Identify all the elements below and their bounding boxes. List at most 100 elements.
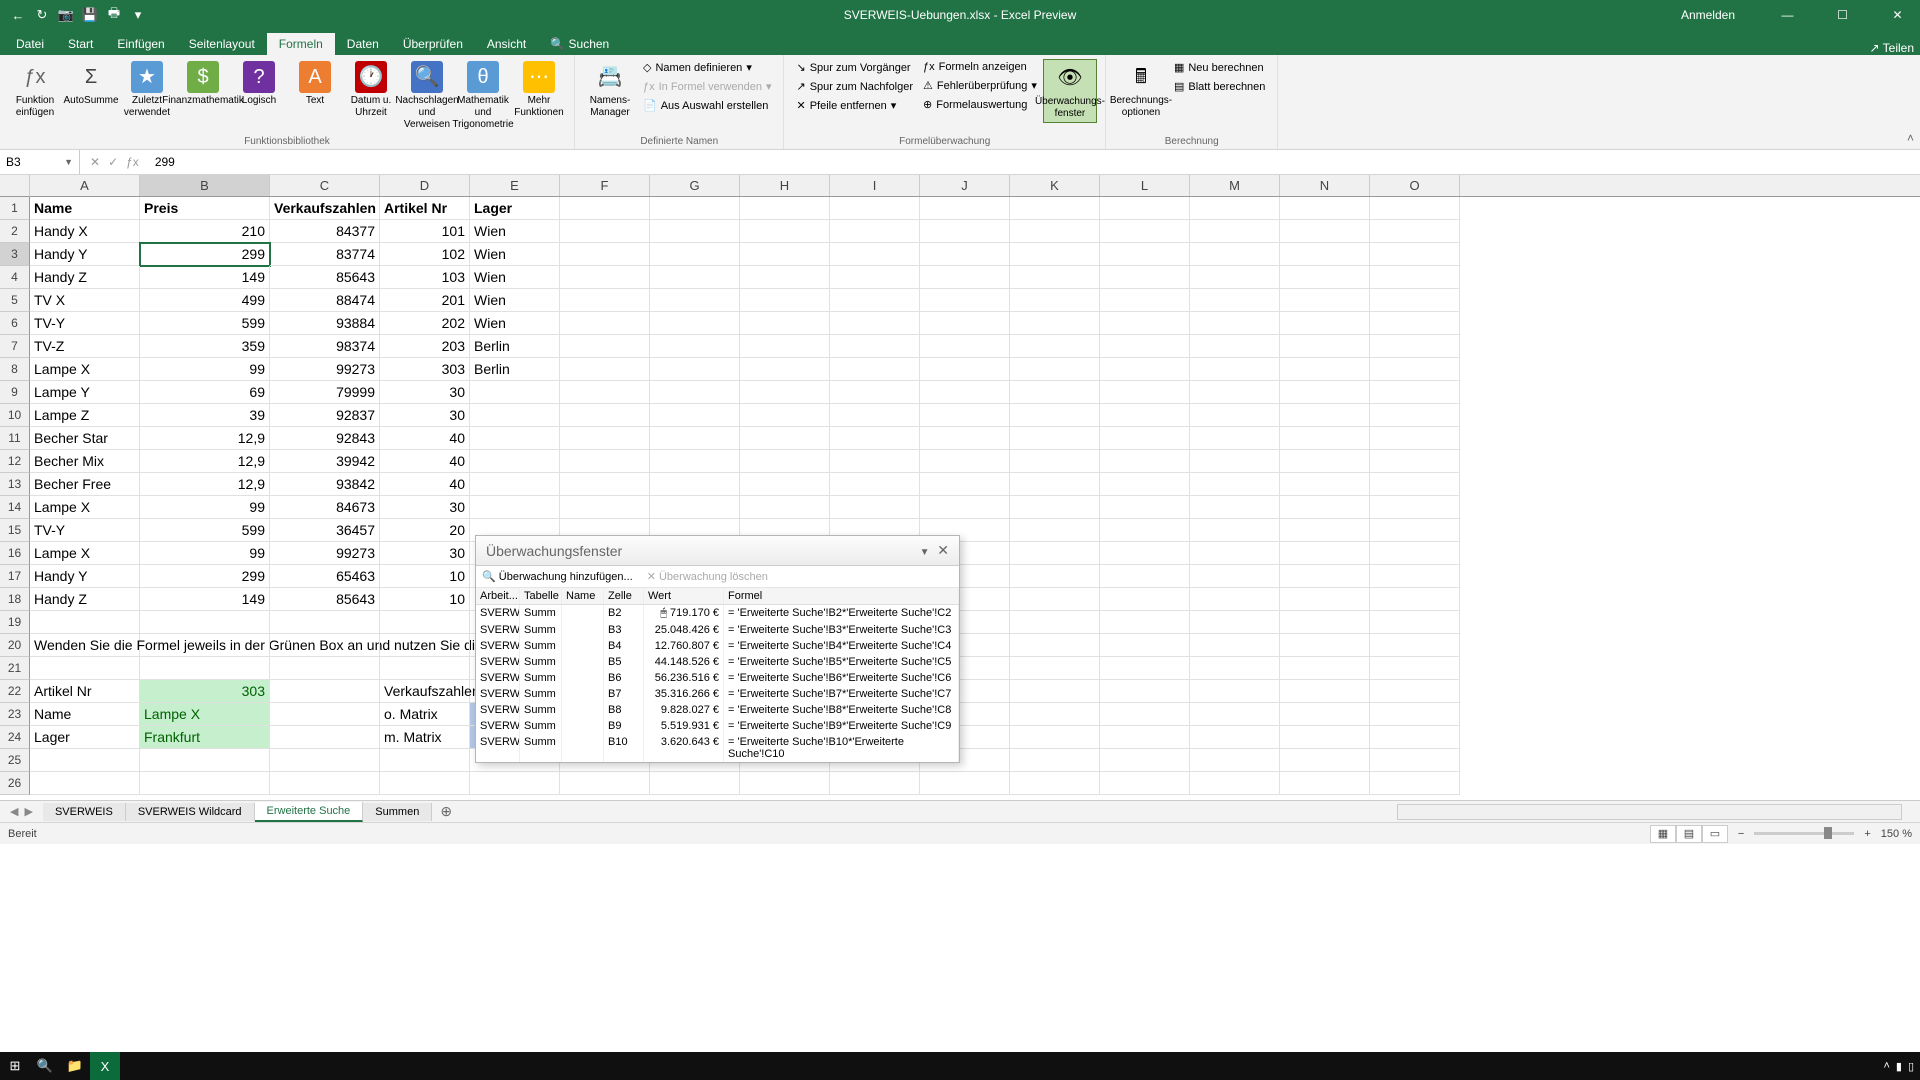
cell-L16[interactable] bbox=[1100, 542, 1190, 565]
cell-O20[interactable] bbox=[1370, 634, 1460, 657]
cell-O2[interactable] bbox=[1370, 220, 1460, 243]
cell-N25[interactable] bbox=[1280, 749, 1370, 772]
cell-H11[interactable] bbox=[740, 427, 830, 450]
cell-N23[interactable] bbox=[1280, 703, 1370, 726]
cell-A26[interactable] bbox=[30, 772, 140, 795]
cell-F14[interactable] bbox=[560, 496, 650, 519]
cell-L1[interactable] bbox=[1100, 197, 1190, 220]
cell-O10[interactable] bbox=[1370, 404, 1460, 427]
cell-K19[interactable] bbox=[1010, 611, 1100, 634]
page-break-view-button[interactable]: ▭ bbox=[1702, 825, 1728, 843]
watch-row[interactable]: SVERW...SummB735.316.266 €= 'Erweiterte … bbox=[476, 686, 959, 702]
cell-H26[interactable] bbox=[740, 772, 830, 795]
cell-C14[interactable]: 84673 bbox=[270, 496, 380, 519]
cell-G6[interactable] bbox=[650, 312, 740, 335]
cell-N20[interactable] bbox=[1280, 634, 1370, 657]
calc-sheet-button[interactable]: ▤ Blatt berechnen bbox=[1170, 78, 1269, 95]
cell-A17[interactable]: Handy Y bbox=[30, 565, 140, 588]
row-header-17[interactable]: 17 bbox=[0, 565, 30, 588]
cell-H14[interactable] bbox=[740, 496, 830, 519]
cell-F7[interactable] bbox=[560, 335, 650, 358]
cell-J2[interactable] bbox=[920, 220, 1010, 243]
cell-K4[interactable] bbox=[1010, 266, 1100, 289]
cell-K11[interactable] bbox=[1010, 427, 1100, 450]
cell-J5[interactable] bbox=[920, 289, 1010, 312]
cell-L2[interactable] bbox=[1100, 220, 1190, 243]
cell-B13[interactable]: 12,9 bbox=[140, 473, 270, 496]
cell-J9[interactable] bbox=[920, 381, 1010, 404]
cell-B18[interactable]: 149 bbox=[140, 588, 270, 611]
cell-G4[interactable] bbox=[650, 266, 740, 289]
cell-A24[interactable]: Lager bbox=[30, 726, 140, 749]
cell-C16[interactable]: 99273 bbox=[270, 542, 380, 565]
cell-I1[interactable] bbox=[830, 197, 920, 220]
cell-A19[interactable] bbox=[30, 611, 140, 634]
maximize-button[interactable]: ☐ bbox=[1820, 0, 1865, 30]
insert-function-button[interactable]: ƒxFunktion einfügen bbox=[8, 59, 62, 133]
cell-C21[interactable] bbox=[270, 657, 380, 680]
cell-B12[interactable]: 12,9 bbox=[140, 450, 270, 473]
cell-N26[interactable] bbox=[1280, 772, 1370, 795]
cell-A4[interactable]: Handy Z bbox=[30, 266, 140, 289]
back-icon[interactable]: ← bbox=[10, 7, 26, 23]
cell-E2[interactable]: Wien bbox=[470, 220, 560, 243]
cell-L17[interactable] bbox=[1100, 565, 1190, 588]
cell-O23[interactable] bbox=[1370, 703, 1460, 726]
cell-M25[interactable] bbox=[1190, 749, 1280, 772]
cell-D19[interactable] bbox=[380, 611, 470, 634]
cell-F13[interactable] bbox=[560, 473, 650, 496]
cell-D7[interactable]: 203 bbox=[380, 335, 470, 358]
cell-J14[interactable] bbox=[920, 496, 1010, 519]
cell-J6[interactable] bbox=[920, 312, 1010, 335]
cancel-formula-icon[interactable]: ✕ bbox=[90, 155, 100, 169]
cell-H2[interactable] bbox=[740, 220, 830, 243]
cell-C22[interactable] bbox=[270, 680, 380, 703]
cell-K22[interactable] bbox=[1010, 680, 1100, 703]
lookup-button[interactable]: 🔍Nachschlagen und Verweisen bbox=[400, 59, 454, 133]
zoom-slider[interactable] bbox=[1754, 832, 1854, 835]
cell-E6[interactable]: Wien bbox=[470, 312, 560, 335]
cell-M21[interactable] bbox=[1190, 657, 1280, 680]
cell-M20[interactable] bbox=[1190, 634, 1280, 657]
watch-dropdown-icon[interactable]: ▼ bbox=[920, 547, 930, 558]
cell-E3[interactable]: Wien bbox=[470, 243, 560, 266]
cell-E13[interactable] bbox=[470, 473, 560, 496]
cell-C9[interactable]: 79999 bbox=[270, 381, 380, 404]
cell-E11[interactable] bbox=[470, 427, 560, 450]
cell-D16[interactable]: 30 bbox=[380, 542, 470, 565]
cell-O9[interactable] bbox=[1370, 381, 1460, 404]
cell-G8[interactable] bbox=[650, 358, 740, 381]
cell-N4[interactable] bbox=[1280, 266, 1370, 289]
cell-K25[interactable] bbox=[1010, 749, 1100, 772]
minimize-button[interactable]: — bbox=[1765, 0, 1810, 30]
tab-einfuegen[interactable]: Einfügen bbox=[105, 33, 176, 55]
cell-C13[interactable]: 93842 bbox=[270, 473, 380, 496]
cell-C26[interactable] bbox=[270, 772, 380, 795]
tab-start[interactable]: Start bbox=[56, 33, 105, 55]
cell-D6[interactable]: 202 bbox=[380, 312, 470, 335]
qat-more-icon[interactable]: ▾ bbox=[130, 7, 146, 23]
cell-O4[interactable] bbox=[1370, 266, 1460, 289]
cell-F2[interactable] bbox=[560, 220, 650, 243]
row-header-10[interactable]: 10 bbox=[0, 404, 30, 427]
watch-row[interactable]: SVERW...SummB412.760.807 €= 'Erweiterte … bbox=[476, 638, 959, 654]
watch-window-button[interactable]: 👁Überwachungs-fenster bbox=[1043, 59, 1097, 123]
cell-O15[interactable] bbox=[1370, 519, 1460, 542]
cell-I9[interactable] bbox=[830, 381, 920, 404]
cell-K14[interactable] bbox=[1010, 496, 1100, 519]
cell-M8[interactable] bbox=[1190, 358, 1280, 381]
cell-N24[interactable] bbox=[1280, 726, 1370, 749]
cell-O22[interactable] bbox=[1370, 680, 1460, 703]
cell-M5[interactable] bbox=[1190, 289, 1280, 312]
page-layout-view-button[interactable]: ▤ bbox=[1676, 825, 1702, 843]
row-header-20[interactable]: 20 bbox=[0, 634, 30, 657]
cell-F3[interactable] bbox=[560, 243, 650, 266]
cell-B4[interactable]: 149 bbox=[140, 266, 270, 289]
cell-A7[interactable]: TV-Z bbox=[30, 335, 140, 358]
watch-row[interactable]: SVERW...SummB325.048.426 €= 'Erweiterte … bbox=[476, 622, 959, 638]
cell-A22[interactable]: Artikel Nr bbox=[30, 680, 140, 703]
cell-D21[interactable] bbox=[380, 657, 470, 680]
row-header-14[interactable]: 14 bbox=[0, 496, 30, 519]
cell-M10[interactable] bbox=[1190, 404, 1280, 427]
cell-O19[interactable] bbox=[1370, 611, 1460, 634]
